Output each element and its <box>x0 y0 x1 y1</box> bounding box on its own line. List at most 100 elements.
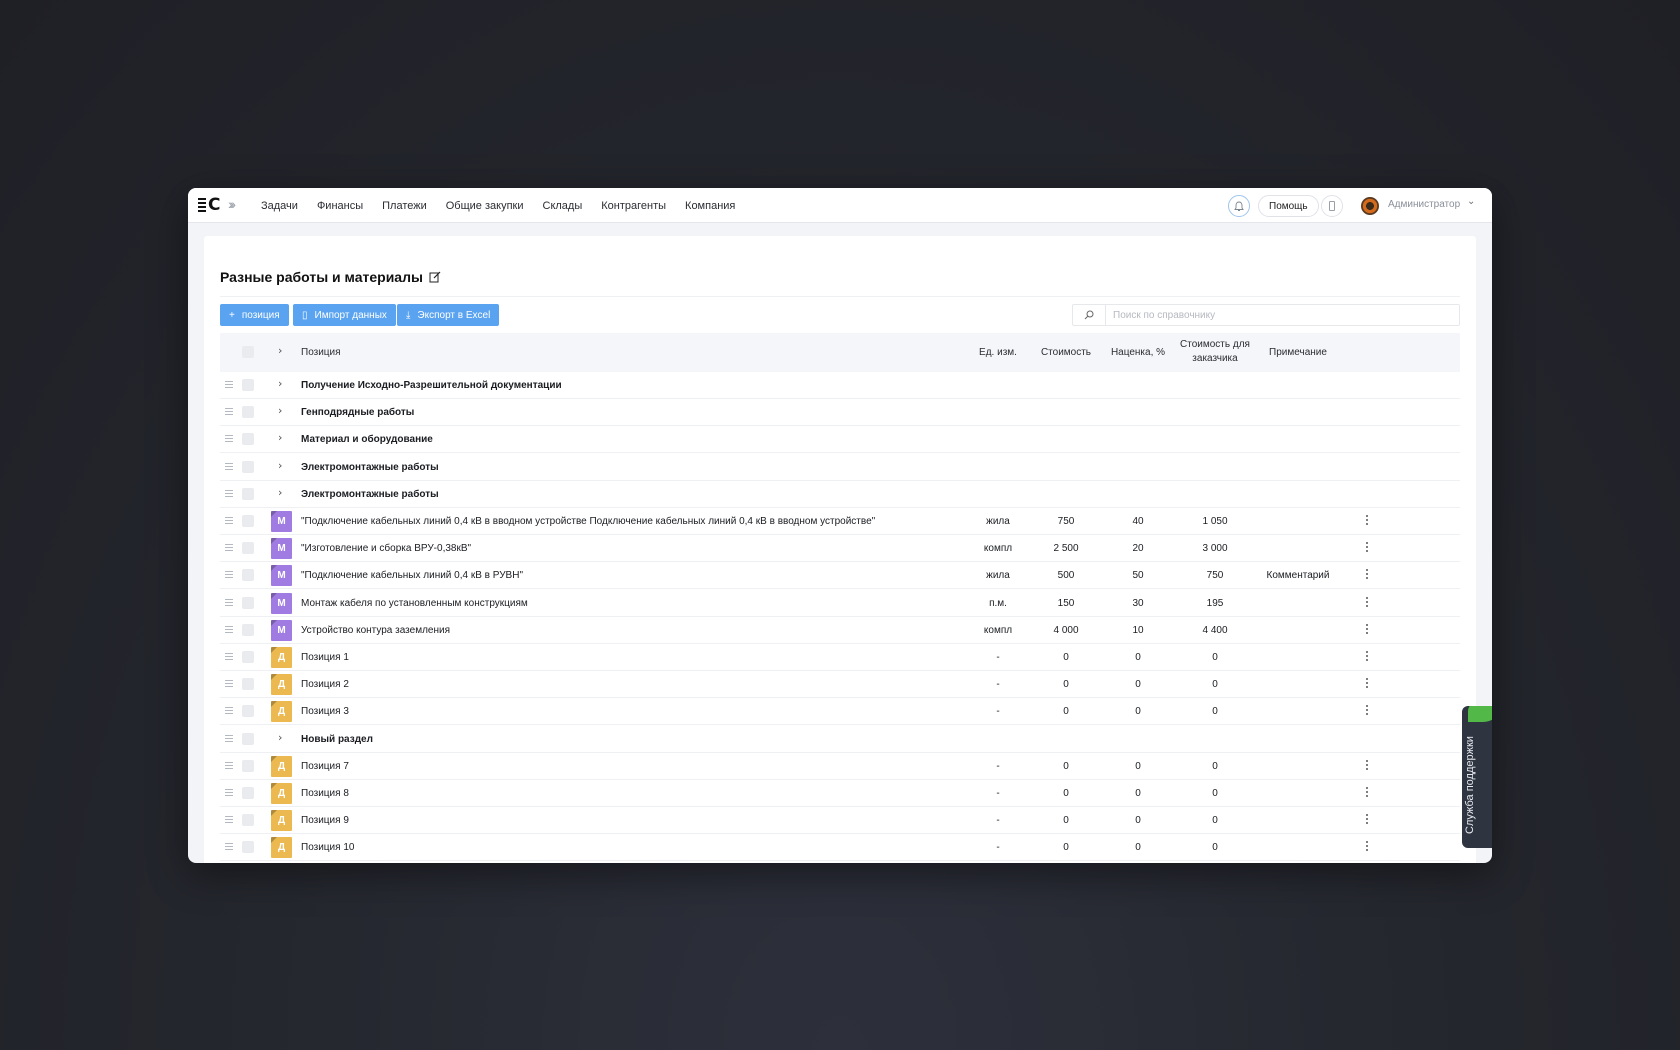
table-row[interactable]: Д Позиция 8 - 0 0 0 <box>220 780 1460 807</box>
support-tab[interactable]: Служба поддержки <box>1462 706 1492 848</box>
position-name[interactable]: "Подключение кабельных линий 0,4 кВ в вв… <box>301 516 875 527</box>
more-options-icon[interactable] <box>1365 841 1369 853</box>
nav-item-payments[interactable]: Платежи <box>382 200 427 212</box>
user-name[interactable]: Администратор <box>1388 199 1460 210</box>
drag-handle-icon[interactable] <box>225 489 233 499</box>
row-checkbox[interactable] <box>242 596 254 609</box>
drag-handle-icon[interactable] <box>225 435 233 444</box>
more-options-icon[interactable] <box>1365 705 1369 717</box>
position-name[interactable]: Позиция 3 <box>301 706 349 717</box>
nav-item-counterparties[interactable]: Контрагенты <box>601 200 666 212</box>
chevron-right-icon[interactable]: › <box>278 405 288 416</box>
drag-handle-icon[interactable] <box>225 598 233 608</box>
drag-handle-icon[interactable] <box>225 843 233 852</box>
more-options-icon[interactable] <box>1365 623 1369 636</box>
table-row[interactable]: Д Позиция 2 - 0 0 0 <box>220 671 1460 699</box>
row-checkbox[interactable] <box>242 759 254 772</box>
row-checkbox[interactable] <box>242 379 254 391</box>
more-options-icon[interactable] <box>1365 542 1369 554</box>
phone-icon[interactable] <box>1321 195 1343 217</box>
table-row[interactable]: М Устройство контура заземления компл 4 000… <box>220 617 1460 644</box>
more-options-icon[interactable] <box>1365 596 1369 609</box>
drag-handle-icon[interactable] <box>225 653 233 662</box>
drag-handle-icon[interactable] <box>225 707 233 716</box>
section-row[interactable]: › Новый раздел <box>220 726 1460 753</box>
position-name[interactable]: "Изготовление и сборка ВРУ-0,38кВ" <box>301 543 471 554</box>
row-checkbox[interactable] <box>242 569 254 582</box>
chevron-right-icon[interactable]: › <box>278 378 288 389</box>
table-row[interactable]: М Монтаж кабеля по установленным конструк… <box>220 590 1460 617</box>
section-row[interactable]: › Материал и оборудование <box>220 426 1460 454</box>
export-button[interactable]: ⤓ Экспорт в Excel <box>397 304 500 326</box>
chevron-right-icon[interactable]: › <box>278 432 288 443</box>
table-row[interactable]: Д Позиция 3 - 0 0 0 <box>220 698 1460 726</box>
table-row[interactable]: Д Позиция 9 - 0 0 0 <box>220 807 1460 835</box>
table-row[interactable]: Д Позиция 1 - 0 0 0 <box>220 644 1460 671</box>
section-row[interactable]: › Генподрядные работы <box>220 399 1460 427</box>
row-checkbox[interactable] <box>242 460 254 473</box>
row-checkbox[interactable] <box>242 814 254 827</box>
table-row[interactable]: М "Подключение кабельных линий 0,4 кВ в Р… <box>220 562 1460 590</box>
drag-handle-icon[interactable] <box>225 462 233 472</box>
logo[interactable]: C <box>198 196 220 214</box>
drag-handle-icon[interactable] <box>225 680 233 689</box>
section-row[interactable]: › Получение Исходно-Разрешительной докуме… <box>220 372 1460 399</box>
chevron-right-icon[interactable]: › <box>278 460 288 471</box>
row-checkbox[interactable] <box>242 542 254 555</box>
more-options-icon[interactable] <box>1365 814 1369 826</box>
row-checkbox[interactable] <box>242 515 254 527</box>
table-row[interactable]: М "Изготовление и сборка ВРУ-0,38кВ" компл… <box>220 535 1460 563</box>
search-icon[interactable] <box>1072 304 1106 326</box>
row-checkbox[interactable] <box>242 841 254 854</box>
drag-handle-icon[interactable] <box>225 816 233 825</box>
row-checkbox[interactable] <box>242 487 254 500</box>
section-row[interactable]: › Электромонтажные работы <box>220 454 1460 481</box>
drag-handle-icon[interactable] <box>225 408 233 417</box>
row-checkbox[interactable] <box>242 732 254 745</box>
position-name[interactable]: Позиция 10 <box>301 842 354 853</box>
position-name[interactable]: Позиция 2 <box>301 679 349 690</box>
row-checkbox[interactable] <box>242 705 254 718</box>
section-row[interactable]: › Электромонтажные работы <box>220 481 1460 508</box>
drag-handle-icon[interactable] <box>225 571 233 580</box>
drag-handle-icon[interactable] <box>225 517 233 526</box>
position-name[interactable]: "Подключение кабельных линий 0,4 кВ в РУ… <box>301 570 523 581</box>
row-checkbox[interactable] <box>242 678 254 691</box>
avatar[interactable] <box>1361 197 1379 215</box>
search-input[interactable] <box>1106 304 1460 326</box>
help-button[interactable]: Помощь <box>1258 195 1319 217</box>
add-position-button[interactable]: + позиция <box>220 304 289 326</box>
drag-handle-icon[interactable] <box>225 734 233 744</box>
position-name[interactable]: Позиция 7 <box>301 761 349 772</box>
table-row[interactable]: М "Подключение кабельных линий 0,4 кВ в в… <box>220 508 1460 535</box>
drag-handle-icon[interactable] <box>225 625 233 635</box>
drag-handle-icon[interactable] <box>225 381 233 390</box>
nav-item-tasks[interactable]: Задачи <box>261 200 298 212</box>
row-checkbox[interactable] <box>242 433 254 446</box>
nav-item-finance[interactable]: Финансы <box>317 200 363 212</box>
nav-item-company[interactable]: Компания <box>685 200 735 212</box>
edit-icon[interactable] <box>429 271 441 283</box>
row-checkbox[interactable] <box>242 651 254 663</box>
more-options-icon[interactable] <box>1365 678 1369 690</box>
more-options-icon[interactable] <box>1365 759 1369 772</box>
select-all-checkbox[interactable] <box>242 346 254 358</box>
expand-icon[interactable]: ››› <box>228 196 236 212</box>
more-options-icon[interactable] <box>1365 651 1369 663</box>
expand-all-chevron-icon[interactable]: › <box>278 345 288 356</box>
drag-handle-icon[interactable] <box>225 761 233 771</box>
row-checkbox[interactable] <box>242 406 254 419</box>
chevron-right-icon[interactable]: › <box>278 487 288 498</box>
nav-item-procurement[interactable]: Общие закупки <box>446 200 524 212</box>
position-name[interactable]: Позиция 1 <box>301 652 349 663</box>
more-options-icon[interactable] <box>1365 515 1369 527</box>
drag-handle-icon[interactable] <box>225 544 233 553</box>
chevron-down-icon[interactable]: ⌄ <box>1467 196 1475 207</box>
more-options-icon[interactable] <box>1365 787 1369 799</box>
row-checkbox[interactable] <box>242 623 254 636</box>
position-name[interactable]: Монтаж кабеля по установленным конструкц… <box>301 598 528 609</box>
table-row[interactable]: Д Позиция 10 - 0 0 0 <box>220 834 1460 862</box>
table-row[interactable]: Д Позиция 7 - 0 0 0 <box>220 753 1460 780</box>
bell-icon[interactable] <box>1228 195 1250 217</box>
position-name[interactable]: Устройство контура заземления <box>301 625 450 636</box>
